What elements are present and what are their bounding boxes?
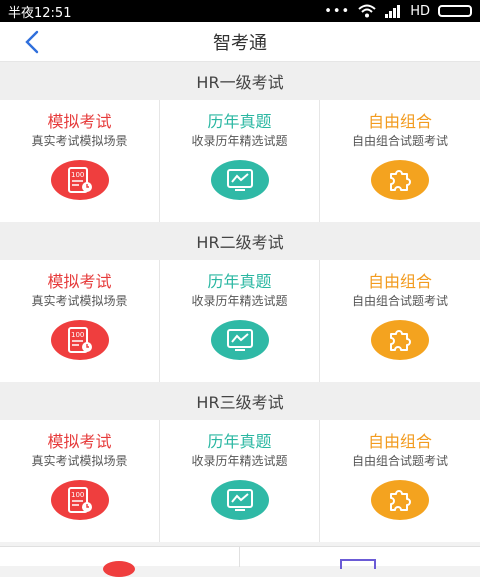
exam-paper-icon: 100 <box>50 320 109 360</box>
back-button[interactable] <box>22 28 48 56</box>
card-title: 历年真题 <box>207 432 272 451</box>
svg-text:100: 100 <box>71 171 84 179</box>
notification-dots: ••• <box>324 3 351 19</box>
status-time: 半夜12:51 <box>8 5 72 21</box>
card-description: 自由组合试题考试 <box>351 134 448 148</box>
section-title: HR一级考试 <box>196 73 284 92</box>
svg-text:100: 100 <box>71 331 84 339</box>
card-description: 收录历年精选试题 <box>191 294 288 308</box>
bottom-card-left[interactable] <box>0 547 240 577</box>
puzzle-icon <box>371 480 429 520</box>
chevron-left-icon <box>25 30 39 54</box>
signal-icon <box>385 5 401 18</box>
page-title: 智考通 <box>213 32 267 54</box>
card-mock-exam[interactable]: 模拟考试 真实考试模拟场景 100 <box>0 260 160 382</box>
chart-monitor-icon <box>210 320 269 360</box>
section-header-level1: HR一级考试 <box>0 62 480 100</box>
card-title: 模拟考试 <box>47 432 112 451</box>
card-past-papers[interactable]: 历年真题 收录历年精选试题 <box>160 260 320 382</box>
chart-monitor-icon <box>210 480 269 520</box>
card-description: 收录历年精选试题 <box>191 134 288 148</box>
card-custom-combo[interactable]: 自由组合 自由组合试题考试 <box>320 260 480 382</box>
status-bar: 半夜12:51 ••• HD <box>0 0 480 22</box>
card-past-papers[interactable]: 历年真题 收录历年精选试题 <box>160 420 320 542</box>
card-title: 历年真题 <box>207 272 272 291</box>
exam-paper-icon: 100 <box>50 480 109 520</box>
exam-paper-icon: 100 <box>50 160 109 200</box>
puzzle-icon <box>371 320 429 360</box>
card-title: 模拟考试 <box>47 112 112 131</box>
card-description: 真实考试模拟场景 <box>31 454 128 468</box>
bottom-card-right[interactable] <box>240 547 480 569</box>
section-row-level3: 模拟考试 真实考试模拟场景 100 历年真题 收录历年精选试题 自由组合 自由组 <box>0 420 480 542</box>
network-type: HD <box>410 3 430 19</box>
section-row-level2: 模拟考试 真实考试模拟场景 100 历年真题 收录历年精选试题 自由组合 自由组 <box>0 260 480 382</box>
bottom-row-partial <box>0 546 480 577</box>
section-title: HR二级考试 <box>196 233 284 252</box>
card-mock-exam[interactable]: 模拟考试 真实考试模拟场景 100 <box>0 100 160 222</box>
battery-icon <box>438 5 472 17</box>
card-description: 自由组合试题考试 <box>351 454 448 468</box>
wifi-icon <box>358 4 376 18</box>
section-header-level2: HR二级考试 <box>0 222 480 260</box>
chart-monitor-icon <box>210 160 269 200</box>
red-circle-icon <box>103 561 135 577</box>
purple-frame-icon <box>340 559 376 569</box>
section-header-level3: HR三级考试 <box>0 382 480 420</box>
card-description: 收录历年精选试题 <box>191 454 288 468</box>
app-header: 智考通 <box>0 22 480 62</box>
card-past-papers[interactable]: 历年真题 收录历年精选试题 <box>160 100 320 222</box>
card-description: 真实考试模拟场景 <box>31 294 128 308</box>
card-title: 模拟考试 <box>47 272 112 291</box>
section-title: HR三级考试 <box>196 393 284 412</box>
card-description: 真实考试模拟场景 <box>31 134 128 148</box>
card-description: 自由组合试题考试 <box>351 294 448 308</box>
card-title: 自由组合 <box>367 432 432 451</box>
puzzle-icon <box>371 160 429 200</box>
status-icons: ••• HD <box>324 4 472 19</box>
svg-text:100: 100 <box>71 491 84 499</box>
card-title: 自由组合 <box>367 272 432 291</box>
card-custom-combo[interactable]: 自由组合 自由组合试题考试 <box>320 420 480 542</box>
card-title: 历年真题 <box>207 112 272 131</box>
card-mock-exam[interactable]: 模拟考试 真实考试模拟场景 100 <box>0 420 160 542</box>
card-custom-combo[interactable]: 自由组合 自由组合试题考试 <box>320 100 480 222</box>
section-row-level1: 模拟考试 真实考试模拟场景 100 历年真题 收录历年精选试题 自由组合 自由组 <box>0 100 480 222</box>
card-title: 自由组合 <box>367 112 432 131</box>
